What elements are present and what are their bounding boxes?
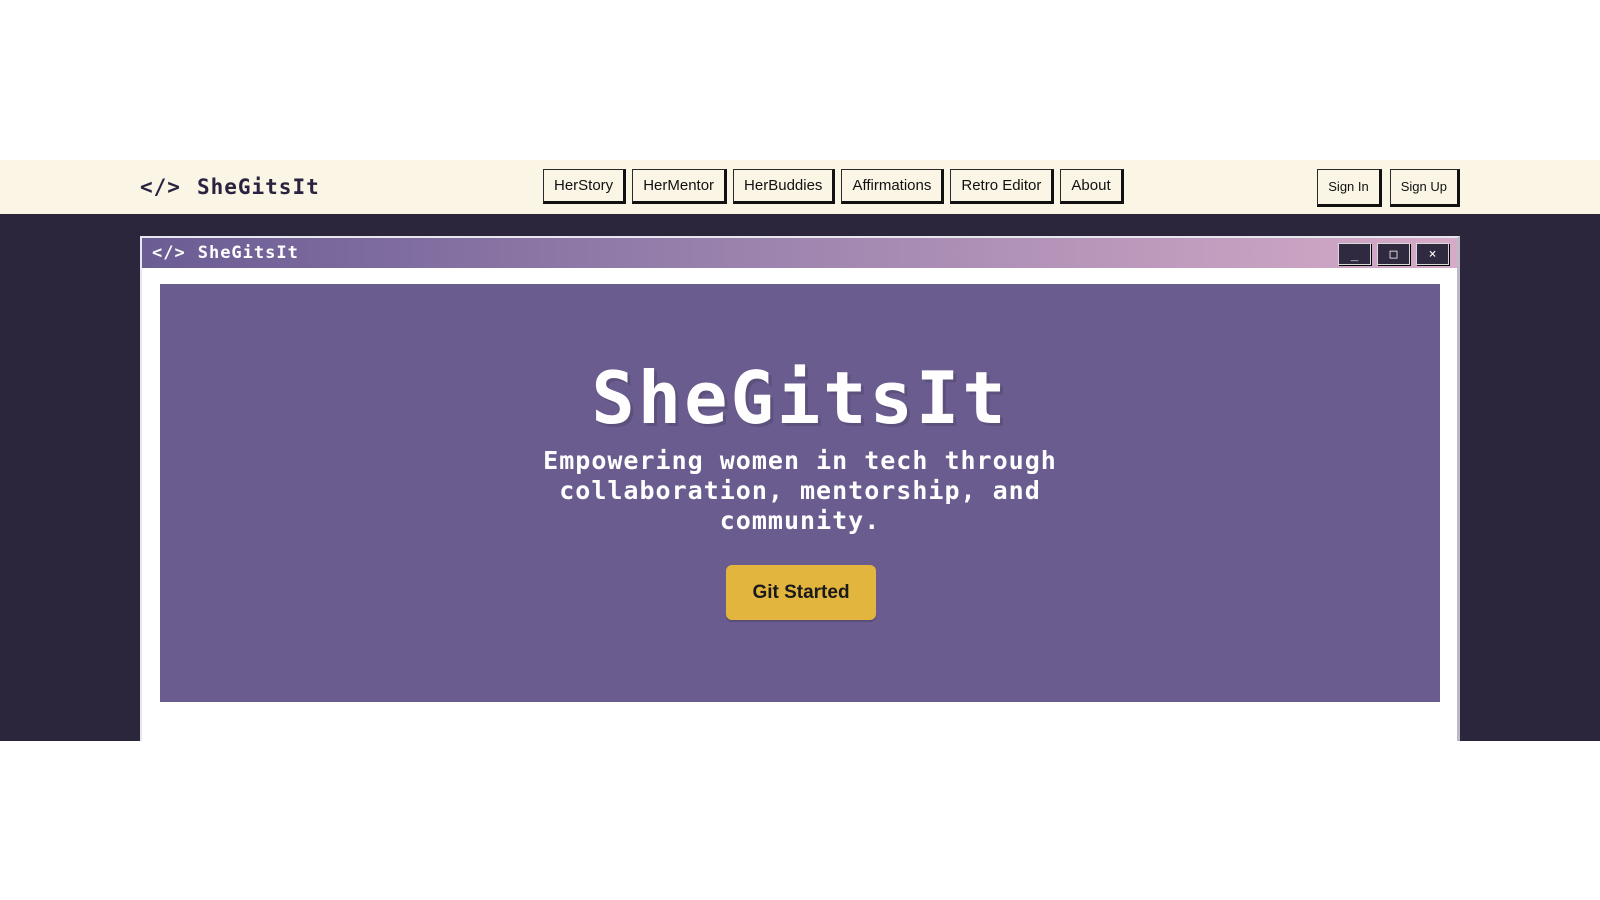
window-titlebar[interactable]: </> SheGitsIt _ □ × (142, 238, 1457, 268)
git-started-button[interactable]: Git Started (726, 565, 876, 620)
nav-link-retro-editor[interactable]: Retro Editor (950, 169, 1055, 204)
nav-link-herbuddies[interactable]: HerBuddies (733, 169, 836, 204)
auth-buttons: Sign In Sign Up (1317, 169, 1460, 207)
brand-name: SheGitsIt (196, 175, 320, 199)
window-title: </> SheGitsIt (152, 238, 299, 268)
brand-logo[interactable]: </> SheGitsIt (140, 173, 320, 201)
close-button[interactable]: × (1416, 243, 1449, 265)
main-nav: HerStory HerMentor HerBuddies Affirmatio… (543, 169, 1124, 204)
hero-banner: SheGitsIt Empowering women in tech throu… (160, 284, 1440, 702)
top-navbar: </> SheGitsIt HerStory HerMentor HerBudd… (0, 160, 1600, 214)
window-controls: _ □ × (1338, 243, 1449, 265)
code-brackets-icon: </> (152, 243, 186, 263)
retro-window: </> SheGitsIt _ □ × SheGitsIt Empowering… (140, 236, 1460, 741)
sign-in-button[interactable]: Sign In (1317, 169, 1382, 207)
hero-title: SheGitsIt (591, 356, 1009, 440)
maximize-button[interactable]: □ (1377, 243, 1410, 265)
hero-subtitle: Empowering women in tech through collabo… (543, 446, 1057, 535)
minimize-button[interactable]: _ (1338, 243, 1371, 265)
code-brackets-icon: </> (140, 175, 181, 199)
sign-up-button[interactable]: Sign Up (1389, 169, 1460, 207)
nav-link-affirmations[interactable]: Affirmations (841, 169, 945, 204)
nav-link-hermentor[interactable]: HerMentor (632, 169, 728, 204)
window-title-text: SheGitsIt (197, 243, 299, 263)
nav-link-herstory[interactable]: HerStory (543, 169, 627, 204)
nav-link-about[interactable]: About (1060, 169, 1124, 204)
